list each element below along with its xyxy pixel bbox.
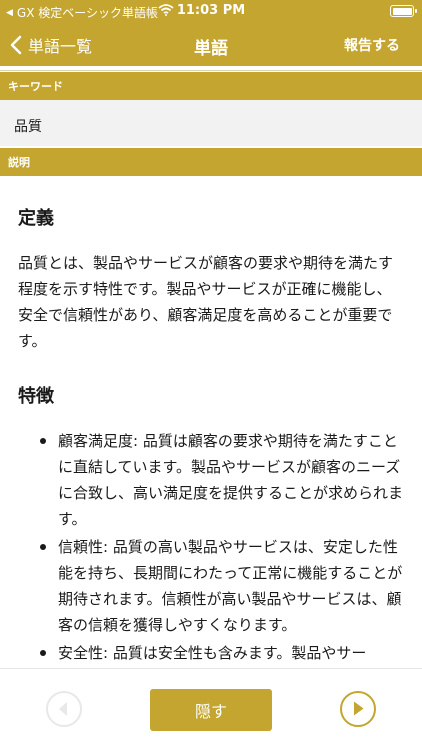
hide-button[interactable]: 隠す xyxy=(150,689,272,731)
next-play-icon xyxy=(354,701,364,716)
definition-text: 品質とは、製品やサービスが顧客の要求や期待を満たす程度を示す特性です。製品やサー… xyxy=(18,254,394,350)
features-list: 顧客満足度: 品質は顧客の要求や期待を満たすことに直結しています。製品やサービス… xyxy=(18,428,404,666)
description-section-header: 説明 xyxy=(0,148,422,176)
status-bar: ◀ GX 検定ベーシック単語帳 11:03 PM xyxy=(0,0,422,24)
previous-button[interactable] xyxy=(46,691,82,727)
list-item: 顧客満足度: 品質は顧客の要求や期待を満たすことに直結しています。製品やサービス… xyxy=(40,428,404,532)
back-button-label: 単語一覧 xyxy=(28,37,93,56)
battery-level xyxy=(392,7,412,15)
navigation-bar: 単語一覧 単語 報告する xyxy=(0,24,422,66)
status-time: 11:03 PM xyxy=(176,3,246,18)
back-chevron-icon xyxy=(10,35,22,55)
battery-icon xyxy=(390,5,417,17)
report-button[interactable]: 報告する xyxy=(344,35,400,55)
keyword-section-header: キーワード xyxy=(0,72,422,100)
previous-arrow-icon xyxy=(59,702,67,716)
definition-heading: 定義 xyxy=(18,208,54,229)
description-content[interactable]: 定義 品質とは、製品やサービスが顧客の要求や期待を満たす程度を示す特性です。製品… xyxy=(0,176,422,668)
keyword-value: 品質 xyxy=(0,100,422,146)
back-button[interactable]: 単語一覧 xyxy=(10,32,92,58)
features-heading: 特徴 xyxy=(18,386,54,407)
nav-divider xyxy=(0,66,422,71)
list-item: 安全性: 品質は安全性も含みます。製品やサー xyxy=(40,640,404,666)
bottom-toolbar: 隠す xyxy=(0,668,422,750)
next-button[interactable] xyxy=(340,691,376,727)
list-item: 信頼性: 品質の高い製品やサービスは、安定した性能を持ち、長期間にわたって正常に… xyxy=(40,534,404,638)
